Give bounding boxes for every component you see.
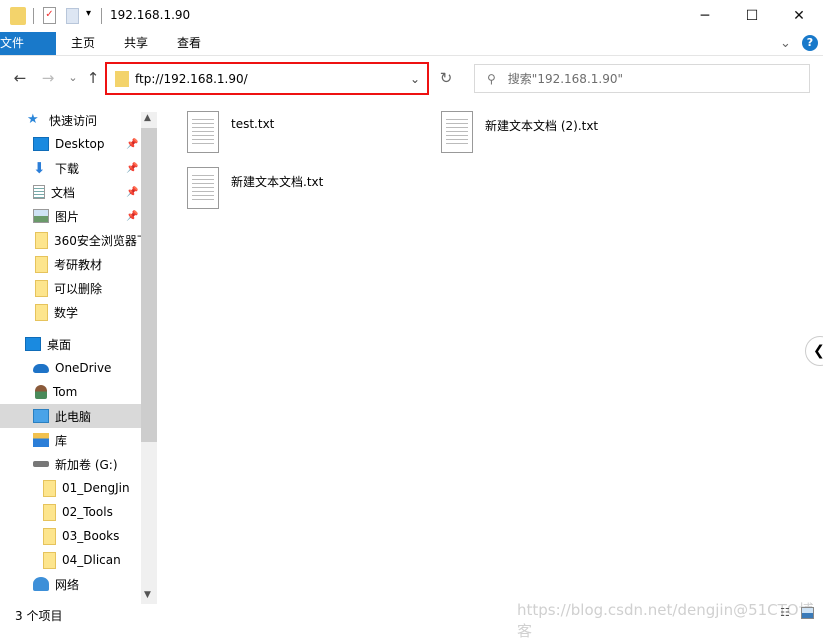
- picture-icon: [33, 209, 49, 223]
- divider: [33, 8, 34, 24]
- sidebar-item-folder[interactable]: 考研教材: [0, 252, 141, 276]
- sidebar-item-network[interactable]: 网络: [0, 572, 141, 596]
- folder-icon: [35, 255, 48, 273]
- search-input[interactable]: 搜索"192.168.1.90": [508, 70, 623, 87]
- sidebar-item-drive-g[interactable]: 新加卷 (G:): [0, 452, 141, 476]
- sidebar-item-quick-access[interactable]: ★ 快速访问: [0, 110, 141, 132]
- divider: [101, 8, 102, 24]
- sidebar-item-onedrive[interactable]: OneDrive: [0, 356, 141, 380]
- sidebar-item-folder[interactable]: 可以删除: [0, 276, 141, 300]
- desktop-icon: [25, 337, 41, 351]
- sidebar-item-user[interactable]: Tom: [0, 380, 141, 404]
- scroll-up-icon[interactable]: ▲: [144, 113, 151, 123]
- ribbon-expand-icon[interactable]: ⌄: [780, 36, 791, 51]
- tab-home[interactable]: 主页: [57, 32, 109, 55]
- title-bar: ✓ ▾ 192.168.1.90 ─ ☐ ✕: [0, 0, 823, 32]
- address-bar[interactable]: ftp://192.168.1.90/ ⌄: [105, 62, 429, 95]
- pin-icon[interactable]: 📌: [126, 139, 138, 150]
- file-item[interactable]: test.txt: [187, 111, 274, 153]
- user-icon: [35, 385, 47, 399]
- library-icon: [33, 433, 49, 447]
- tab-share[interactable]: 共享: [110, 32, 162, 55]
- sidebar-item-desktop-root[interactable]: 桌面: [0, 332, 141, 356]
- sidebar-item-folder[interactable]: 04_Dlican: [0, 548, 141, 572]
- document-icon: [33, 185, 45, 199]
- search-box[interactable]: ⚲ 搜索"192.168.1.90": [474, 64, 810, 93]
- folder-icon: [35, 279, 48, 297]
- back-button[interactable]: ←: [11, 68, 29, 88]
- new-folder-icon[interactable]: [66, 8, 79, 24]
- file-item[interactable]: 新建文本文档.txt: [187, 167, 323, 209]
- star-icon: ★: [27, 112, 39, 127]
- sidebar-item-folder[interactable]: 02_Tools: [0, 500, 141, 524]
- status-item-count: 3 个项目: [15, 609, 63, 623]
- pin-icon[interactable]: 📌: [126, 163, 138, 174]
- sidebar-item-folder[interactable]: 360安全浏览器下: [0, 228, 141, 252]
- window-title: 192.168.1.90: [110, 8, 191, 22]
- properties-icon[interactable]: ✓: [43, 7, 56, 24]
- pin-icon[interactable]: 📌: [126, 187, 138, 198]
- sidebar-item-desktop[interactable]: Desktop 📌: [0, 132, 141, 156]
- text-file-icon: [187, 111, 219, 153]
- large-icons-view-icon[interactable]: [801, 607, 814, 619]
- tab-view[interactable]: 查看: [163, 32, 215, 55]
- scroll-down-icon[interactable]: ▼: [144, 590, 151, 600]
- collapse-pane-icon[interactable]: ❮: [805, 336, 823, 366]
- ftp-app-icon: [10, 7, 26, 25]
- close-button[interactable]: ✕: [776, 0, 822, 32]
- customize-toolbar-icon[interactable]: ▾: [86, 8, 91, 19]
- sidebar-item-downloads[interactable]: ⬇ 下载 📌: [0, 156, 141, 180]
- text-file-icon: [441, 111, 473, 153]
- address-input[interactable]: ftp://192.168.1.90/: [135, 72, 403, 86]
- sidebar-item-pictures[interactable]: 图片 📌: [0, 204, 141, 228]
- sidebar-item-documents[interactable]: 文档 📌: [0, 180, 141, 204]
- ftp-location-icon: [115, 70, 129, 87]
- refresh-button[interactable]: ↻: [437, 68, 455, 88]
- folder-icon: [43, 527, 56, 545]
- tab-file[interactable]: 文件: [0, 32, 56, 55]
- sidebar-item-folder[interactable]: 03_Books: [0, 524, 141, 548]
- sidebar-item-this-pc[interactable]: 此电脑: [0, 404, 141, 428]
- pin-icon[interactable]: 📌: [126, 211, 138, 222]
- up-button[interactable]: ↑: [84, 68, 102, 88]
- file-name: 新建文本文档.txt: [231, 175, 324, 189]
- forward-button[interactable]: →: [39, 68, 57, 88]
- folder-icon: [43, 479, 56, 497]
- file-name: 新建文本文档 (2).txt: [485, 119, 599, 133]
- desktop-icon: [33, 137, 49, 151]
- file-name: test.txt: [231, 117, 275, 131]
- file-item[interactable]: 新建文本文档 (2).txt: [441, 111, 598, 153]
- navigation-pane: ★ 快速访问 Desktop 📌 ⬇ 下载 📌 文档 📌 图片 📌 360安全浏览器下 考研…: [0, 110, 141, 605]
- folder-icon: [43, 503, 56, 521]
- address-dropdown-icon[interactable]: ⌄: [403, 72, 427, 86]
- folder-icon: [43, 551, 56, 569]
- recent-locations-button[interactable]: ⌄: [64, 68, 82, 88]
- sidebar-item-folder[interactable]: 数学: [0, 300, 141, 324]
- download-icon: ⬇: [33, 159, 46, 177]
- computer-icon: [33, 409, 49, 423]
- folder-icon: [35, 303, 48, 321]
- sidebar-item-folder[interactable]: 01_DengJin: [0, 476, 141, 500]
- text-file-icon: [187, 167, 219, 209]
- cloud-icon: [33, 363, 49, 373]
- maximize-button[interactable]: ☐: [729, 0, 775, 32]
- details-view-icon[interactable]: ☷: [780, 606, 790, 619]
- scrollbar-thumb[interactable]: [141, 128, 157, 442]
- drive-icon: [33, 461, 49, 467]
- folder-icon: [35, 231, 48, 249]
- network-icon: [33, 577, 49, 591]
- sidebar-item-libraries[interactable]: 库: [0, 428, 141, 452]
- help-icon[interactable]: ?: [802, 35, 818, 51]
- watermark: https://blog.csdn.net/dengjin@51CTO博客: [517, 601, 814, 640]
- search-icon: ⚲: [487, 71, 496, 86]
- minimize-button[interactable]: ─: [682, 0, 728, 32]
